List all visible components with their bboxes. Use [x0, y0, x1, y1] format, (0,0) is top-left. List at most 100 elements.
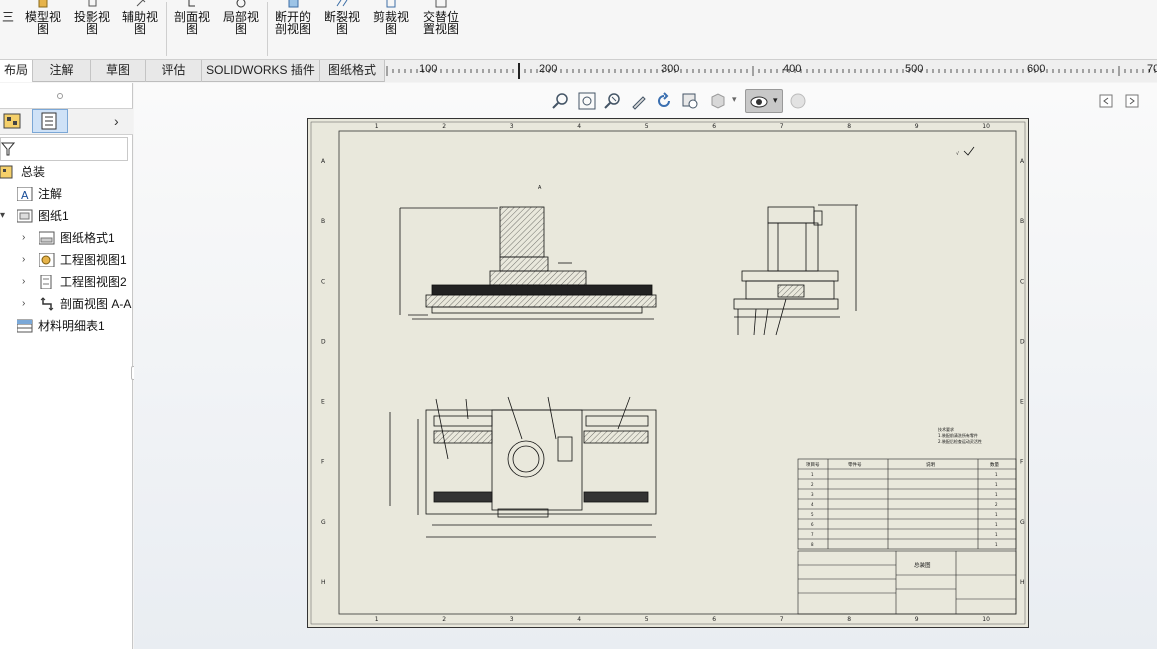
sheet-column-label: 10 — [982, 616, 990, 623]
drawing-sheet[interactable]: 1 1 2 2 3 3 4 4 5 5 6 6 7 7 8 8 9 9 10 10 A A B B C C D D E E F F G G H H A — [307, 118, 1029, 628]
tab-evaluate[interactable]: 评估 — [146, 60, 202, 82]
bom-header: 数量 — [990, 461, 999, 468]
sheet-column-label: 8 — [847, 123, 851, 130]
dropdown-arrow-icon: ▾ — [773, 95, 778, 105]
sheet-column-label: 4 — [577, 616, 581, 623]
ruler-label: 500 — [905, 63, 924, 75]
sheet-column-label: 6 — [712, 123, 716, 130]
break-view-button[interactable]: 断裂视 图 — [320, 0, 364, 58]
bom-item-number: 1 — [811, 472, 814, 477]
annotations-icon: A — [17, 187, 33, 201]
rotate-icon[interactable] — [655, 92, 673, 110]
tree-item-drawing-view-2[interactable]: 工程图视图2 — [39, 272, 127, 292]
bom-header: 项目号 — [806, 462, 820, 468]
ribbon-toolbar: 三 模型视 图 投影视 图 辅助视 图 剖面视 图 局部视 图 断开的 剖视图 … — [0, 0, 1157, 60]
projected-view-icon — [88, 0, 97, 7]
sheet-column-label: 5 — [645, 123, 649, 130]
sheet-row-label: B — [321, 218, 325, 225]
scene-icon[interactable] — [789, 92, 807, 110]
sheet-column-label: 10 — [982, 123, 990, 130]
tab-layout[interactable]: 布局 — [0, 60, 33, 82]
bom-qty: 1 — [995, 472, 998, 477]
property-manager-tab[interactable] — [32, 109, 68, 133]
filter-box[interactable] — [0, 137, 128, 161]
bom-table-icon — [17, 319, 33, 333]
broken-out-section-button[interactable]: 断开的 剖视图 — [271, 0, 315, 58]
alternate-position-view-button[interactable]: 交替位 置视图 — [418, 0, 464, 58]
dropdown-arrow-icon[interactable]: ▾ — [732, 94, 737, 105]
crop-view-button[interactable]: 剪裁视 图 — [369, 0, 413, 58]
section-view-button[interactable]: 剖面视 图 — [170, 0, 214, 58]
tab-solidworks-addins[interactable]: SOLIDWORKS 插件 — [202, 60, 320, 82]
sheet-column-label: 9 — [915, 616, 919, 623]
display-style-icon[interactable] — [709, 92, 727, 110]
collapse-left-icon[interactable] — [1098, 92, 1116, 110]
break-view-icon — [336, 0, 348, 7]
chevron-right-icon[interactable]: › — [114, 113, 119, 129]
tab-sheet-format[interactable]: 图纸格式 — [320, 60, 385, 82]
tree-root-item[interactable]: 总装 — [0, 162, 45, 182]
graphics-area[interactable]: ▾ ▾ 1 1 2 2 3 3 4 4 5 5 6 6 7 7 8 8 9 9 10 10 A A B B C C D D E E F F G G… — [134, 83, 1157, 649]
view-orientation-button[interactable]: ▾ — [745, 89, 783, 113]
tab-sketch[interactable]: 草图 — [91, 60, 146, 82]
sheet-column-label: 2 — [442, 123, 446, 130]
feature-manager-tab[interactable] — [0, 109, 30, 133]
side-view — [733, 204, 858, 336]
command-manager-tabs: 布局 注解 草图 评估 SOLIDWORKS 插件 图纸格式 100 200 3… — [0, 60, 1157, 82]
bom-table-graphics — [797, 458, 1017, 550]
panel-grip-icon[interactable] — [57, 93, 63, 99]
tree-item-annotations[interactable]: A 注解 — [17, 184, 62, 204]
sheet-column-label: 5 — [645, 616, 649, 623]
eye-icon — [750, 96, 768, 108]
auxiliary-view-icon — [136, 0, 146, 7]
expand-arrow-icon[interactable]: › — [22, 254, 32, 266]
filter-icon — [1, 142, 15, 156]
tab-annotation[interactable]: 注解 — [33, 60, 91, 82]
sheet-column-label: 7 — [780, 616, 784, 623]
expand-arrow-icon[interactable]: › — [22, 298, 32, 310]
three-view-button[interactable]: 三 — [0, 0, 16, 58]
sheet-column-label: 2 — [442, 616, 446, 623]
zoom-to-fit-icon[interactable] — [552, 92, 570, 110]
bom-header: 说明 — [926, 461, 935, 468]
expand-arrow-icon[interactable]: › — [22, 232, 32, 244]
tree-item-section-view[interactable]: 剖面视图 A-A — [39, 294, 131, 314]
model-view-button[interactable]: 模型视 图 — [20, 0, 66, 58]
svg-text:1.装配前清洗所有零件: 1.装配前清洗所有零件 — [938, 432, 978, 438]
tree-item-sheet[interactable]: 图纸1 — [17, 206, 69, 226]
hide-show-icon[interactable] — [681, 92, 699, 110]
sheet-format-icon — [39, 231, 55, 245]
previous-view-icon[interactable] — [604, 92, 622, 110]
sheet-column-label: 8 — [847, 616, 851, 623]
collapse-arrow-icon[interactable]: ▾ — [0, 210, 10, 222]
expand-arrow-icon[interactable]: › — [22, 276, 32, 288]
auxiliary-view-button[interactable]: 辅助视 图 — [118, 0, 162, 58]
sheet-column-label: 3 — [510, 616, 514, 623]
sheet-row-label: F — [1020, 459, 1024, 466]
tree-item-sheet-format[interactable]: 图纸格式1 — [39, 228, 115, 248]
svg-text:2.装配后检查运动灵活性: 2.装配后检查运动灵活性 — [938, 438, 982, 444]
alternate-position-view-icon — [435, 0, 447, 8]
zoom-to-area-icon[interactable] — [578, 92, 596, 110]
bom-item-number: 4 — [811, 502, 814, 507]
drawing-graphics: 1 1 2 2 3 3 4 4 5 5 6 6 7 7 8 8 9 9 10 10 A A B B C C D D E E F F G G H H A — [310, 121, 1026, 625]
pen-icon[interactable] — [630, 92, 648, 110]
drawing-view-icon — [39, 253, 55, 267]
sheet-column-label: 3 — [510, 123, 514, 130]
bom-qty: 1 — [995, 482, 998, 487]
sheet-row-label: D — [321, 338, 326, 345]
tree-item-drawing-view-1[interactable]: 工程图视图1 — [39, 250, 127, 270]
bom-item-number: 8 — [811, 542, 814, 547]
collapse-right-icon[interactable] — [1124, 92, 1142, 110]
tree-item-bom[interactable]: 材料明细表1 — [17, 316, 105, 336]
detail-view-button[interactable]: 局部视 图 — [219, 0, 263, 58]
sheet-row-label: C — [321, 278, 325, 285]
sheet-column-label: 9 — [915, 123, 919, 130]
sheet-column-label: 6 — [712, 616, 716, 623]
bom-item-number: 5 — [811, 512, 814, 517]
projected-view-button[interactable]: 投影视 图 — [70, 0, 114, 58]
ruler-label: 400 — [783, 63, 802, 75]
svg-text:A: A — [538, 185, 542, 191]
feature-manager-panel: › 总装 A 注解 ▾ 图纸1 › 图纸格式1 › 工程图视图1 › 工程图视图2… — [0, 83, 137, 649]
bom-qty: 1 — [995, 492, 998, 497]
